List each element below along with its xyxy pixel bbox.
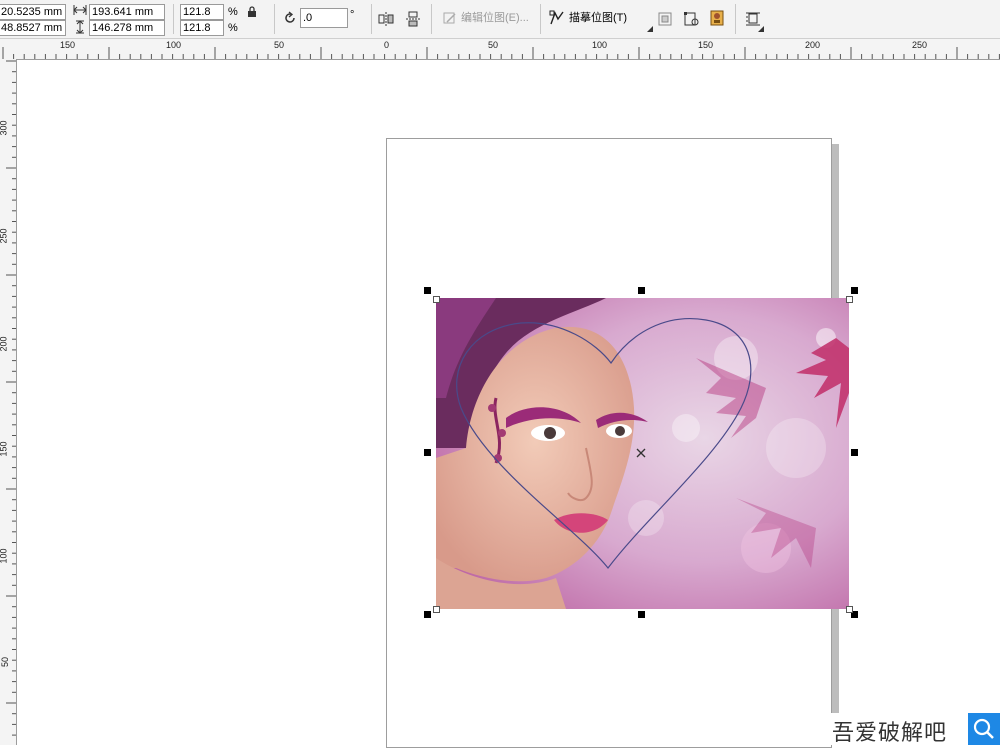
hruler-label: 150	[60, 40, 76, 50]
hruler-label: 0	[384, 40, 390, 50]
height-icon	[76, 20, 84, 34]
selection-handle-bottom-left[interactable]	[424, 611, 431, 618]
rotation-field[interactable]: .0	[300, 8, 348, 28]
vertical-ruler-ticks	[6, 60, 16, 736]
property-bar: 20.5235 mm 48.8527 mm 193.641 mm 146.278…	[0, 0, 1000, 39]
position-y-field[interactable]: 48.8527 mm	[0, 20, 66, 36]
vruler-label: 250	[0, 228, 9, 244]
corner-node[interactable]	[846, 606, 853, 613]
edit-bitmap-label: 编辑位图(E)...	[461, 12, 529, 24]
separator	[371, 4, 372, 34]
scale-y-field[interactable]: 121.8	[180, 20, 224, 36]
position-x-field[interactable]: 20.5235 mm	[0, 4, 66, 20]
wrap-text-icon[interactable]	[745, 11, 761, 27]
vruler-label: 100	[0, 548, 9, 564]
width-field[interactable]: 193.641 mm	[89, 4, 165, 20]
watermark-text: 吾爱破解吧	[832, 721, 948, 746]
hruler-label: 100	[166, 40, 182, 50]
vruler-label: 150	[0, 441, 9, 457]
vertical-ruler[interactable]: 300 250 200 150 100 50	[0, 59, 17, 745]
horizontal-ruler[interactable]: 150 100 50 0 50 100 150 200 250	[0, 39, 1000, 60]
search-icon	[973, 718, 994, 739]
percent-label-y: %	[228, 22, 238, 34]
mirror-horizontal-icon[interactable]	[378, 11, 394, 27]
hruler-label: 200	[805, 40, 821, 50]
scale-x-field[interactable]: 121.8	[180, 4, 224, 20]
rotate-icon	[285, 11, 295, 23]
trace-bitmap-button[interactable]: 描摹位图(T)	[549, 8, 627, 28]
hruler-label: 250	[912, 40, 928, 50]
selection-handle-bottom[interactable]	[638, 611, 645, 618]
hruler-label: 100	[592, 40, 608, 50]
watermark-search-button[interactable]	[968, 713, 1000, 745]
wrap-dropdown-icon[interactable]	[758, 26, 764, 32]
corner-node[interactable]	[846, 296, 853, 303]
vruler-label: 50	[0, 656, 11, 668]
bitmap-color-mask-icon[interactable]	[709, 10, 725, 26]
separator	[274, 4, 275, 34]
trace-bitmap-icon	[549, 10, 564, 25]
vruler-label: 200	[0, 336, 9, 352]
lock-ratio-icon[interactable]	[247, 6, 257, 17]
mirror-vertical-icon[interactable]	[405, 11, 421, 27]
hruler-label: 150	[698, 40, 714, 50]
hruler-label: 50	[488, 40, 499, 50]
selection-handle-top-left[interactable]	[424, 287, 431, 294]
selection-handle-left[interactable]	[424, 449, 431, 456]
crop-bitmap-icon[interactable]	[657, 11, 673, 27]
trace-bitmap-label: 描摹位图(T)	[569, 12, 628, 24]
resample-icon[interactable]	[683, 11, 699, 27]
separator	[431, 4, 432, 34]
trace-dropdown-icon[interactable]	[647, 26, 653, 32]
edit-bitmap-icon	[443, 12, 456, 24]
center-marker-icon[interactable]	[636, 448, 646, 458]
percent-label-x: %	[228, 6, 238, 18]
separator	[173, 4, 174, 34]
watermark-banner: 吾爱破解吧	[808, 713, 1000, 746]
separator	[540, 4, 541, 34]
hruler-label: 50	[274, 40, 285, 50]
width-icon	[73, 5, 87, 15]
selection-handle-top-right[interactable]	[851, 287, 858, 294]
vruler-label: 300	[0, 120, 9, 136]
degree-label: °	[350, 9, 355, 21]
edit-bitmap-button[interactable]: 编辑位图(E)...	[443, 8, 529, 28]
corner-node[interactable]	[433, 296, 440, 303]
corner-node[interactable]	[433, 606, 440, 613]
horizontal-ruler-ticks	[2, 47, 1000, 59]
selection-handle-right[interactable]	[851, 449, 858, 456]
selection-handle-top[interactable]	[638, 287, 645, 294]
height-field[interactable]: 146.278 mm	[89, 20, 165, 36]
separator	[735, 4, 736, 34]
